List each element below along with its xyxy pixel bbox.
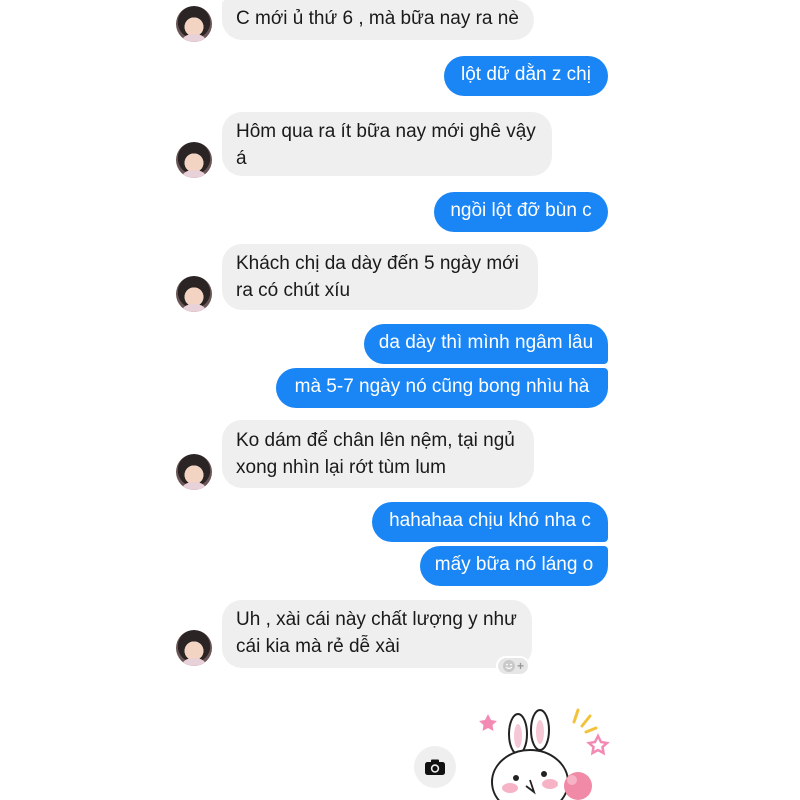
incoming-message[interactable]: C mới ủ thứ 6 , mà bữa nay ra nè — [222, 0, 534, 40]
star-icon — [586, 733, 610, 756]
outgoing-message[interactable]: hahahaa chịu khó nha c — [372, 502, 608, 542]
outgoing-message[interactable]: mấy bữa nó láng o — [420, 546, 608, 586]
camera-icon — [425, 759, 445, 775]
incoming-message[interactable]: Uh , xài cái này chất lượng y như cái ki… — [222, 600, 532, 668]
add-reaction-button[interactable]: + — [496, 656, 530, 676]
incoming-message[interactable]: Ko dám để chân lên nệm, tại ngủ xong nhì… — [222, 420, 534, 488]
star-icon — [479, 714, 497, 731]
sparkle-icon — [572, 708, 598, 734]
outgoing-message[interactable]: lột dữ dằn z chị — [444, 56, 608, 96]
contact-avatar[interactable] — [176, 630, 212, 666]
contact-avatar[interactable] — [176, 454, 212, 490]
incoming-message[interactable]: Khách chị da dày đến 5 ngày mới ra có ch… — [222, 244, 538, 310]
contact-avatar[interactable] — [176, 276, 212, 312]
contact-avatar[interactable] — [176, 6, 212, 42]
bunny-sticker[interactable] — [478, 700, 628, 800]
camera-button[interactable] — [414, 746, 456, 788]
incoming-message[interactable]: Hôm qua ra ít bữa nay mới ghê vậy á — [222, 112, 552, 176]
outgoing-message[interactable]: mà 5-7 ngày nó cũng bong nhìu hà — [276, 368, 608, 408]
outgoing-message[interactable]: ngồi lột đỡ bùn c — [434, 192, 608, 232]
outgoing-message[interactable]: da dày thì mình ngâm lâu — [364, 324, 608, 364]
smile-plus-icon — [502, 660, 515, 672]
contact-avatar[interactable] — [176, 142, 212, 178]
reaction-plus-label: + — [516, 659, 524, 673]
